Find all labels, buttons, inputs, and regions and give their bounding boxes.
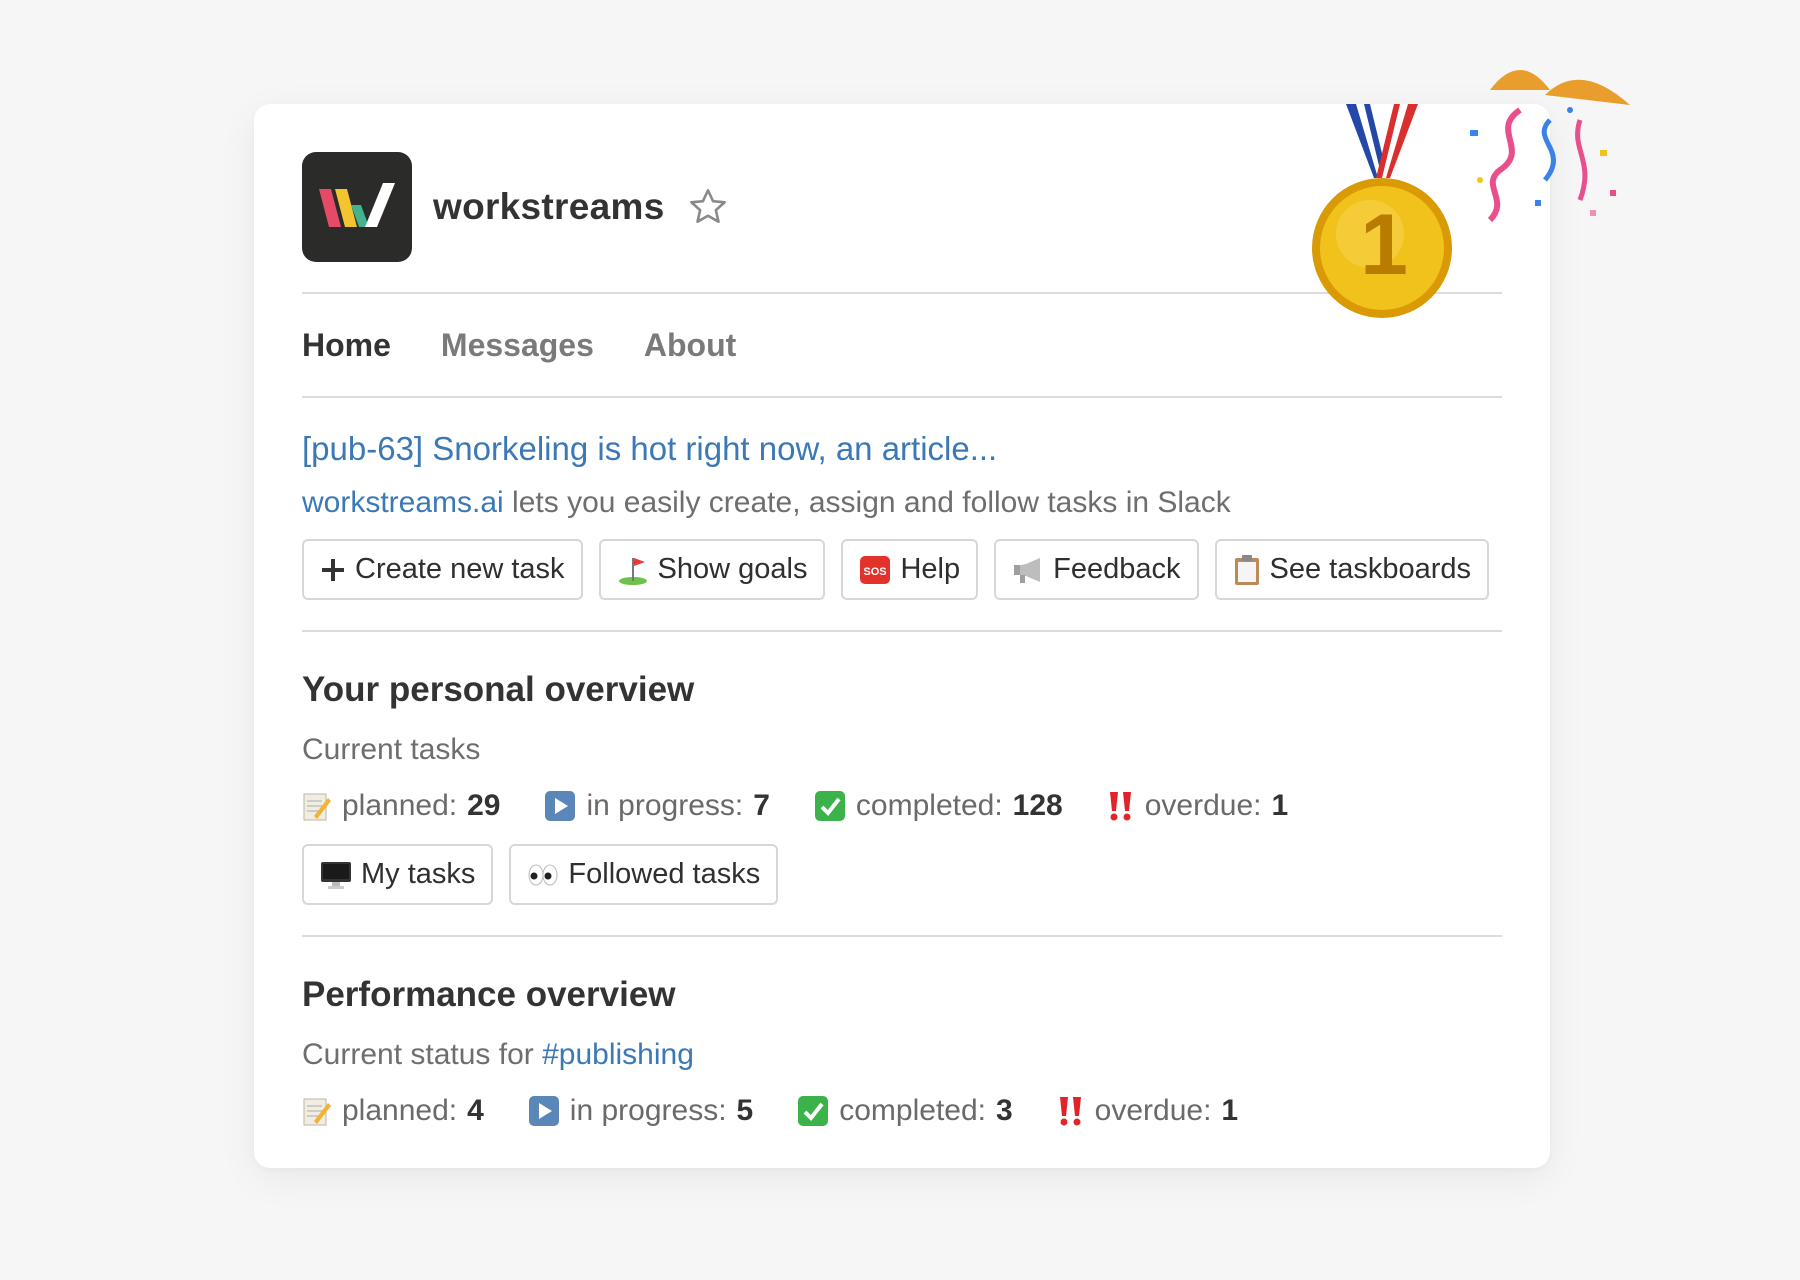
computer-icon: [320, 860, 352, 890]
see-taskboards-button[interactable]: See taskboards: [1214, 539, 1490, 600]
personal-stats: planned: 29 in progress: 7 completed: 12…: [302, 784, 1502, 828]
play-icon: [544, 790, 576, 822]
app-description: workstreams.ai lets you easily create, a…: [302, 483, 1502, 523]
description-text: lets you easily create, assign and follo…: [503, 486, 1231, 519]
stat-completed: completed: 128: [814, 789, 1063, 823]
sos-icon: SOS: [859, 555, 891, 585]
followed-tasks-button[interactable]: Followed tasks: [509, 844, 779, 905]
memo-icon: [302, 790, 332, 822]
gold-medal-icon: 1: [1312, 104, 1452, 318]
stat-overdue: overdue: 1: [1107, 789, 1288, 823]
stat-value: 3: [995, 1094, 1013, 1127]
stat-value: 5: [736, 1094, 754, 1127]
star-icon[interactable]: [687, 186, 729, 228]
status-prefix: Current status for: [302, 1038, 543, 1071]
stat-value: 1: [1221, 1094, 1239, 1127]
stat-label: in progress:: [586, 789, 744, 822]
stat-label: completed:: [855, 789, 1003, 822]
website-link[interactable]: workstreams.ai: [302, 486, 504, 519]
stat-label: overdue:: [1144, 789, 1262, 822]
stat-label: completed:: [839, 1094, 986, 1127]
app-name: workstreams: [433, 186, 665, 227]
eyes-icon: [527, 863, 559, 887]
help-button[interactable]: SOS Help: [841, 539, 979, 600]
play-icon: [528, 1095, 560, 1127]
current-tasks-label: Current tasks: [302, 733, 481, 766]
current-status-label: Current status for #publishing: [302, 1035, 1502, 1075]
workstreams-logo: [302, 152, 412, 262]
stat-value: 4: [467, 1094, 484, 1127]
stat-planned: planned: 4: [302, 1094, 484, 1128]
show-goals-label: Show goals: [657, 553, 808, 585]
stat-label: planned:: [342, 789, 458, 822]
stat-label: in progress:: [569, 1094, 727, 1127]
divider: [302, 630, 1502, 632]
medal-digit: 1: [1360, 197, 1408, 293]
tab-home[interactable]: Home: [302, 327, 391, 364]
megaphone-icon: [1012, 555, 1044, 585]
tab-messages[interactable]: Messages: [441, 327, 594, 364]
stat-overdue: overdue: 1: [1057, 1094, 1238, 1128]
party-popper-icon: [1470, 70, 1630, 223]
performance-stats: planned: 4 in progress: 5 completed: 3 o…: [302, 1089, 1502, 1133]
personal-overview-title: Your personal overview: [302, 670, 695, 709]
plus-icon: [320, 557, 346, 583]
svg-text:SOS: SOS: [864, 566, 887, 578]
stat-planned: planned: 29: [302, 789, 500, 823]
stat-value: 1: [1271, 789, 1289, 822]
stat-label: overdue:: [1094, 1094, 1212, 1127]
stat-in-progress: in progress: 7: [544, 789, 770, 823]
stat-completed: completed: 3: [797, 1094, 1013, 1128]
divider: [302, 935, 1502, 937]
my-tasks-button[interactable]: My tasks: [302, 844, 494, 905]
create-task-button[interactable]: Create new task: [302, 539, 583, 600]
create-task-label: Create new task: [355, 553, 565, 585]
task-buttons: My tasks Followed tasks: [302, 844, 1502, 905]
stat-in-progress: in progress: 5: [528, 1094, 753, 1128]
stat-value: 29: [467, 789, 501, 822]
followed-tasks-label: Followed tasks: [568, 858, 761, 890]
check-icon: [814, 790, 846, 822]
article-link[interactable]: [pub-63] Snorkeling is hot right now, an…: [302, 429, 1502, 469]
performance-overview-title: Performance overview: [302, 975, 676, 1014]
double-exclamation-icon: [1057, 1095, 1085, 1127]
show-goals-button[interactable]: Show goals: [598, 539, 826, 600]
golf-flag-icon: [617, 554, 649, 586]
feedback-button[interactable]: Feedback: [994, 539, 1199, 600]
clipboard-icon: [1233, 554, 1261, 586]
my-tasks-label: My tasks: [361, 858, 476, 890]
stat-label: planned:: [342, 1094, 458, 1127]
tab-about[interactable]: About: [644, 327, 736, 364]
see-taskboards-label: See taskboards: [1269, 553, 1472, 585]
double-exclamation-icon: [1107, 790, 1135, 822]
check-icon: [797, 1095, 829, 1127]
stat-value: 7: [753, 789, 770, 822]
divider: [302, 396, 1502, 398]
feedback-label: Feedback: [1053, 553, 1181, 585]
memo-icon: [302, 1095, 332, 1127]
action-buttons: Create new task Show goals SOS Help Feed…: [302, 539, 1502, 600]
stat-value: 128: [1012, 789, 1063, 822]
channel-link[interactable]: #publishing: [542, 1038, 694, 1071]
help-label: Help: [900, 553, 961, 585]
